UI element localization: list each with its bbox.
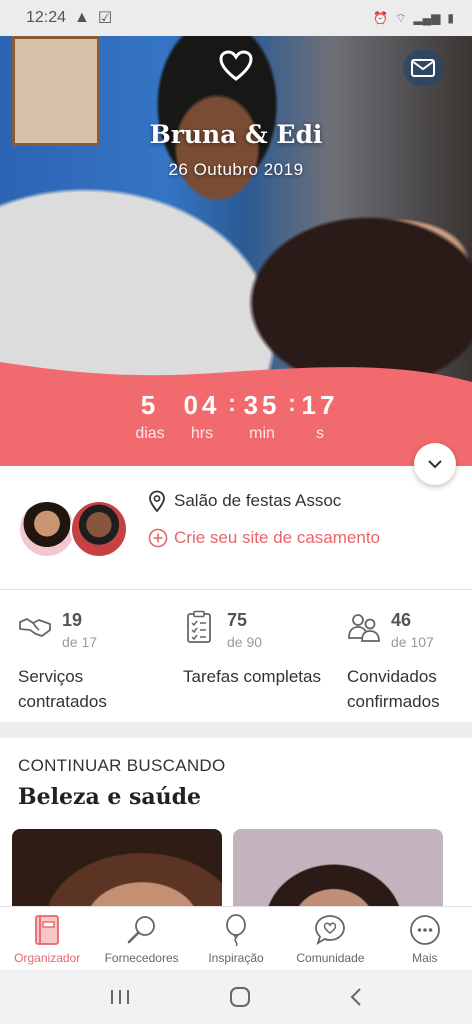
nav-label: Comunidade: [296, 951, 365, 965]
wifi-icon: ⌔: [395, 10, 407, 25]
days-label: dias: [135, 425, 165, 442]
continue-searching-section: CONTINUAR BUSCANDO Beleza e saúde: [0, 738, 472, 906]
nav-label: Fornecedores: [104, 951, 179, 965]
countdown-seconds: 17 s: [290, 390, 350, 443]
countdown-hours: 04 hrs: [172, 390, 232, 443]
stat-label: Serviços contratados: [18, 667, 107, 711]
clipboard-checklist-icon: [187, 610, 211, 643]
signal-icon: ▂▄▆: [413, 11, 441, 25]
stat-value: 75: [227, 610, 248, 630]
guests-icon: [348, 614, 380, 642]
status-time: 12:24: [26, 9, 67, 26]
magnifier-icon: [127, 916, 155, 944]
bride-avatar[interactable]: [18, 500, 76, 558]
nav-inspiration[interactable]: Inspiração: [189, 907, 283, 970]
stat-value: 46: [391, 610, 412, 630]
chat-heart-icon: [315, 915, 346, 946]
groom-avatar[interactable]: [70, 500, 128, 558]
countdown-banner: 5 dias 04 hrs : 35 min : 17 s: [0, 362, 472, 466]
stat-total: de 17: [62, 634, 98, 650]
home-icon[interactable]: [229, 986, 251, 1008]
countdown: 5 dias 04 hrs : 35 min : 17 s: [0, 390, 472, 460]
organizer-notebook-icon: [35, 915, 60, 945]
status-bar: 12:24 ▲ ☑ ⏰ ⌔ ▂▄▆ ▮: [0, 0, 472, 36]
create-site-link[interactable]: Crie seu site de casamento: [148, 528, 380, 548]
nav-label: Organizador: [14, 951, 81, 965]
beauty-card-1[interactable]: [12, 829, 222, 906]
stat-label: Convidados confirmados: [347, 667, 440, 711]
location-pin-icon: [149, 490, 165, 512]
minutes-value: 35: [243, 390, 281, 420]
warning-icon: ▲: [74, 9, 90, 26]
minutes-label: min: [249, 425, 275, 442]
nav-label: Inspiração: [208, 951, 264, 965]
stat-value: 19: [62, 610, 83, 630]
stat-total: de 90: [227, 634, 263, 650]
plus-circle-icon: [148, 528, 168, 548]
venue-row[interactable]: Salão de festas Assoc: [148, 490, 341, 512]
couple-hero: Bruna & Edi 26 Outubro 2019 5 dias 04 hr…: [0, 36, 472, 466]
nav-organizer[interactable]: Organizador: [0, 907, 94, 970]
countdown-minutes: 35 min: [232, 390, 292, 443]
envelope-icon: [411, 59, 435, 77]
create-site-label: Crie seu site de casamento: [174, 528, 380, 547]
days-value: 5: [140, 390, 160, 420]
nav-community[interactable]: Comunidade: [283, 907, 377, 970]
handshake-icon: [19, 618, 51, 637]
alarm-icon: ⏰: [373, 11, 389, 25]
venue-name: Salão de festas Assoc: [174, 491, 342, 510]
heart-icon[interactable]: [219, 50, 253, 82]
seconds-value: 17: [301, 390, 339, 420]
nav-vendors[interactable]: Fornecedores: [94, 907, 188, 970]
messages-button[interactable]: [403, 50, 443, 86]
nav-label: Mais: [412, 951, 438, 965]
wedding-stats: 19 de 17 Serviços contratados 75 de 90 T…: [0, 590, 472, 722]
continue-title: Beleza e saúde: [18, 784, 202, 810]
wedding-date: 26 Outubro 2019: [168, 160, 304, 179]
couple-names: Bruna & Edi: [149, 120, 323, 149]
wedding-profile: Salão de festas Assoc Crie seu site de c…: [0, 466, 472, 590]
section-divider: [0, 722, 472, 738]
balloon-icon: [226, 914, 246, 947]
more-dots-icon: [409, 915, 440, 945]
countdown-days: 5 dias: [120, 390, 180, 443]
hours-value: 04: [183, 390, 221, 420]
battery-icon: ▮: [447, 11, 454, 25]
check-notification-icon: ☑: [97, 10, 113, 27]
seconds-label: s: [316, 425, 324, 442]
bottom-navigation: Organizador Fornecedores Inspiração Comu…: [0, 906, 472, 970]
nav-more[interactable]: Mais: [378, 907, 472, 970]
system-navigation-bar: [0, 970, 472, 1024]
recent-apps-icon[interactable]: [109, 988, 131, 1006]
stat-total: de 107: [391, 634, 434, 650]
continue-overline: CONTINUAR BUSCANDO: [18, 756, 226, 775]
back-icon[interactable]: [349, 987, 363, 1007]
stat-label: Tarefas completas: [183, 667, 321, 686]
hours-label: hrs: [190, 425, 214, 442]
beauty-card-2[interactable]: [233, 829, 443, 906]
